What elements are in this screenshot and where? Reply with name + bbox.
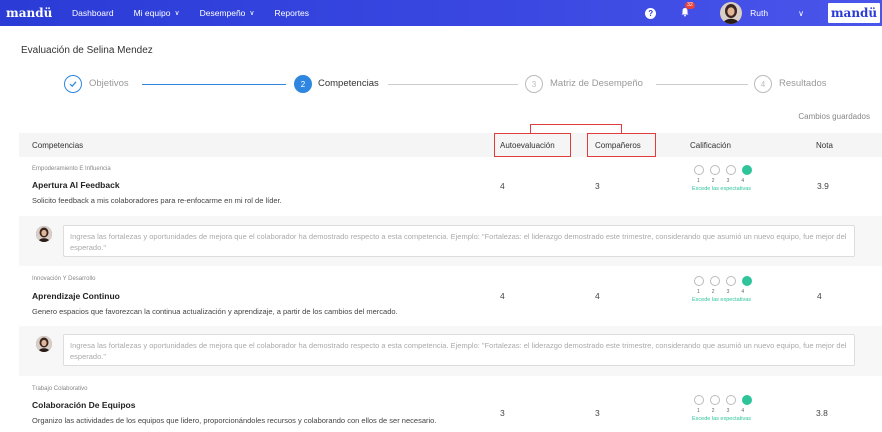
nav-mi-equipo[interactable]: Mi equipo ∨ bbox=[134, 8, 180, 18]
scale-label: 2 bbox=[711, 289, 715, 295]
stepper: Objetivos 2 Competencias 3 Matriz de Des… bbox=[0, 72, 882, 96]
rating-control: 1 2 3 4 Excede las expectativas bbox=[692, 165, 772, 192]
nota-value: 4 bbox=[817, 291, 822, 301]
nav-right-group: ? 32 Ruth ∨ mandü bbox=[645, 0, 882, 26]
scale-label: 2 bbox=[711, 408, 715, 414]
rating-option-4[interactable] bbox=[742, 165, 752, 175]
avatar bbox=[36, 336, 52, 352]
step-objetivos-circle[interactable] bbox=[64, 75, 82, 93]
highlight-companeros bbox=[587, 133, 656, 157]
scale-label: 3 bbox=[726, 408, 730, 414]
logo[interactable]: mandü bbox=[6, 6, 58, 20]
step-competencias-circle[interactable]: 2 bbox=[294, 75, 312, 93]
step-resultados-label[interactable]: Resultados bbox=[779, 78, 827, 89]
competency-category: Trabajo Colaborativo bbox=[32, 386, 88, 392]
step-connector bbox=[142, 84, 286, 85]
step-competencias-label[interactable]: Competencias bbox=[318, 78, 379, 89]
rating-label: Excede las expectativas bbox=[692, 416, 752, 422]
chevron-down-icon: ∨ bbox=[249, 10, 255, 17]
autoevaluacion-value: 4 bbox=[500, 291, 505, 301]
companeros-value: 3 bbox=[595, 181, 600, 191]
rating-label: Excede las expectativas bbox=[692, 186, 752, 192]
competency-category: Innovación Y Desarrollo bbox=[32, 276, 96, 282]
rating-option-1[interactable] bbox=[694, 276, 704, 286]
competency-title: Aprendizaje Continuo bbox=[32, 291, 120, 301]
companeros-value: 4 bbox=[595, 291, 600, 301]
rating-control: 1 2 3 4 Excede las expectativas bbox=[692, 276, 772, 303]
header-nota: Nota bbox=[816, 141, 833, 150]
nav-reportes[interactable]: Reportes bbox=[275, 8, 310, 18]
comment-section: Ingresa las fortalezas y oportunidades d… bbox=[19, 326, 882, 376]
nav-dashboard[interactable]: Dashboard bbox=[72, 8, 114, 18]
notification-badge: 32 bbox=[685, 2, 695, 9]
highlight-autoevaluacion bbox=[494, 133, 571, 157]
rating-control: 1 2 3 4 Excede las expectativas bbox=[692, 395, 772, 422]
header-calificacion: Calificación bbox=[690, 141, 731, 150]
scale-label: 2 bbox=[711, 178, 715, 184]
page-title: Evaluación de Selina Mendez bbox=[21, 45, 153, 56]
header-competencias: Competencias bbox=[32, 141, 84, 150]
rating-option-2[interactable] bbox=[710, 395, 720, 405]
scale-label: 4 bbox=[741, 289, 745, 295]
avatar[interactable] bbox=[720, 2, 743, 24]
competency-description: Solicito feedback a mis colaboradores pa… bbox=[32, 196, 282, 205]
rating-option-3[interactable] bbox=[726, 276, 736, 286]
step-connector bbox=[656, 84, 748, 85]
scale-label: 3 bbox=[726, 289, 730, 295]
rating-option-1[interactable] bbox=[694, 165, 704, 175]
step-connector bbox=[388, 84, 518, 85]
chevron-down-icon[interactable]: ∨ bbox=[798, 9, 804, 18]
notifications-button[interactable]: 32 bbox=[680, 2, 695, 19]
nav-desempeno-label: Desempeño bbox=[199, 8, 246, 18]
scale-label: 1 bbox=[697, 289, 700, 295]
rating-label: Excede las expectativas bbox=[692, 297, 752, 303]
brand-logo: mandü bbox=[828, 3, 880, 23]
top-navbar: mandü Dashboard Mi equipo ∨ Desempeño ∨ … bbox=[0, 0, 882, 26]
step-resultados-circle[interactable]: 4 bbox=[754, 75, 772, 93]
rating-option-4[interactable] bbox=[742, 276, 752, 286]
autoevaluacion-value: 3 bbox=[500, 408, 505, 418]
help-icon[interactable]: ? bbox=[645, 7, 657, 19]
nav-reportes-label: Reportes bbox=[274, 8, 310, 18]
competency-title: Apertura Al Feedback bbox=[32, 180, 120, 190]
rating-option-4[interactable] bbox=[742, 395, 752, 405]
rating-option-1[interactable] bbox=[694, 395, 704, 405]
rating-option-2[interactable] bbox=[710, 165, 720, 175]
user-name[interactable]: Ruth bbox=[750, 8, 768, 18]
rating-option-3[interactable] bbox=[726, 395, 736, 405]
nav-desempeno[interactable]: Desempeño ∨ bbox=[200, 8, 255, 18]
scale-label: 4 bbox=[741, 408, 745, 414]
check-icon bbox=[69, 81, 77, 88]
nav-mi-equipo-label: Mi equipo bbox=[133, 8, 171, 18]
rating-option-3[interactable] bbox=[726, 165, 736, 175]
saved-status: Cambios guardados bbox=[798, 112, 870, 121]
companeros-value: 3 bbox=[595, 408, 600, 418]
scale-label: 3 bbox=[726, 178, 730, 184]
nota-value: 3.9 bbox=[817, 181, 829, 191]
scale-label: 1 bbox=[697, 178, 700, 184]
table-row: Innovación Y Desarrollo Aprendizaje Cont… bbox=[19, 270, 882, 326]
competency-category: Empoderamiento E Influencia bbox=[32, 166, 111, 172]
rating-option-2[interactable] bbox=[710, 276, 720, 286]
comment-input[interactable]: Ingresa las fortalezas y oportunidades d… bbox=[63, 225, 855, 257]
nav-dashboard-label: Dashboard bbox=[72, 8, 114, 18]
chevron-down-icon: ∨ bbox=[174, 10, 180, 17]
competency-description: Organizo las actividades de los equipos … bbox=[32, 416, 437, 425]
step-matriz-circle[interactable]: 3 bbox=[525, 75, 543, 93]
table-row: Trabajo Colaborativo Colaboración De Equ… bbox=[19, 380, 882, 432]
nota-value: 3.8 bbox=[816, 408, 828, 418]
comment-section: Ingresa las fortalezas y oportunidades d… bbox=[19, 216, 882, 266]
step-matriz-label[interactable]: Matriz de Desempeño bbox=[550, 78, 643, 89]
autoevaluacion-value: 4 bbox=[500, 181, 505, 191]
step-objetivos-label[interactable]: Objetivos bbox=[89, 78, 129, 89]
scale-label: 1 bbox=[697, 408, 700, 414]
table-row: Empoderamiento E Influencia Apertura Al … bbox=[19, 160, 882, 216]
avatar bbox=[36, 226, 52, 242]
competency-description: Genero espacios que favorezcan la contin… bbox=[32, 307, 398, 316]
table-header: Competencias Autoevaluación Compañeros C… bbox=[19, 133, 882, 157]
comment-input[interactable]: Ingresa las fortalezas y oportunidades d… bbox=[63, 334, 855, 366]
scale-label: 4 bbox=[741, 178, 745, 184]
competency-title: Colaboración De Equipos bbox=[32, 400, 136, 410]
